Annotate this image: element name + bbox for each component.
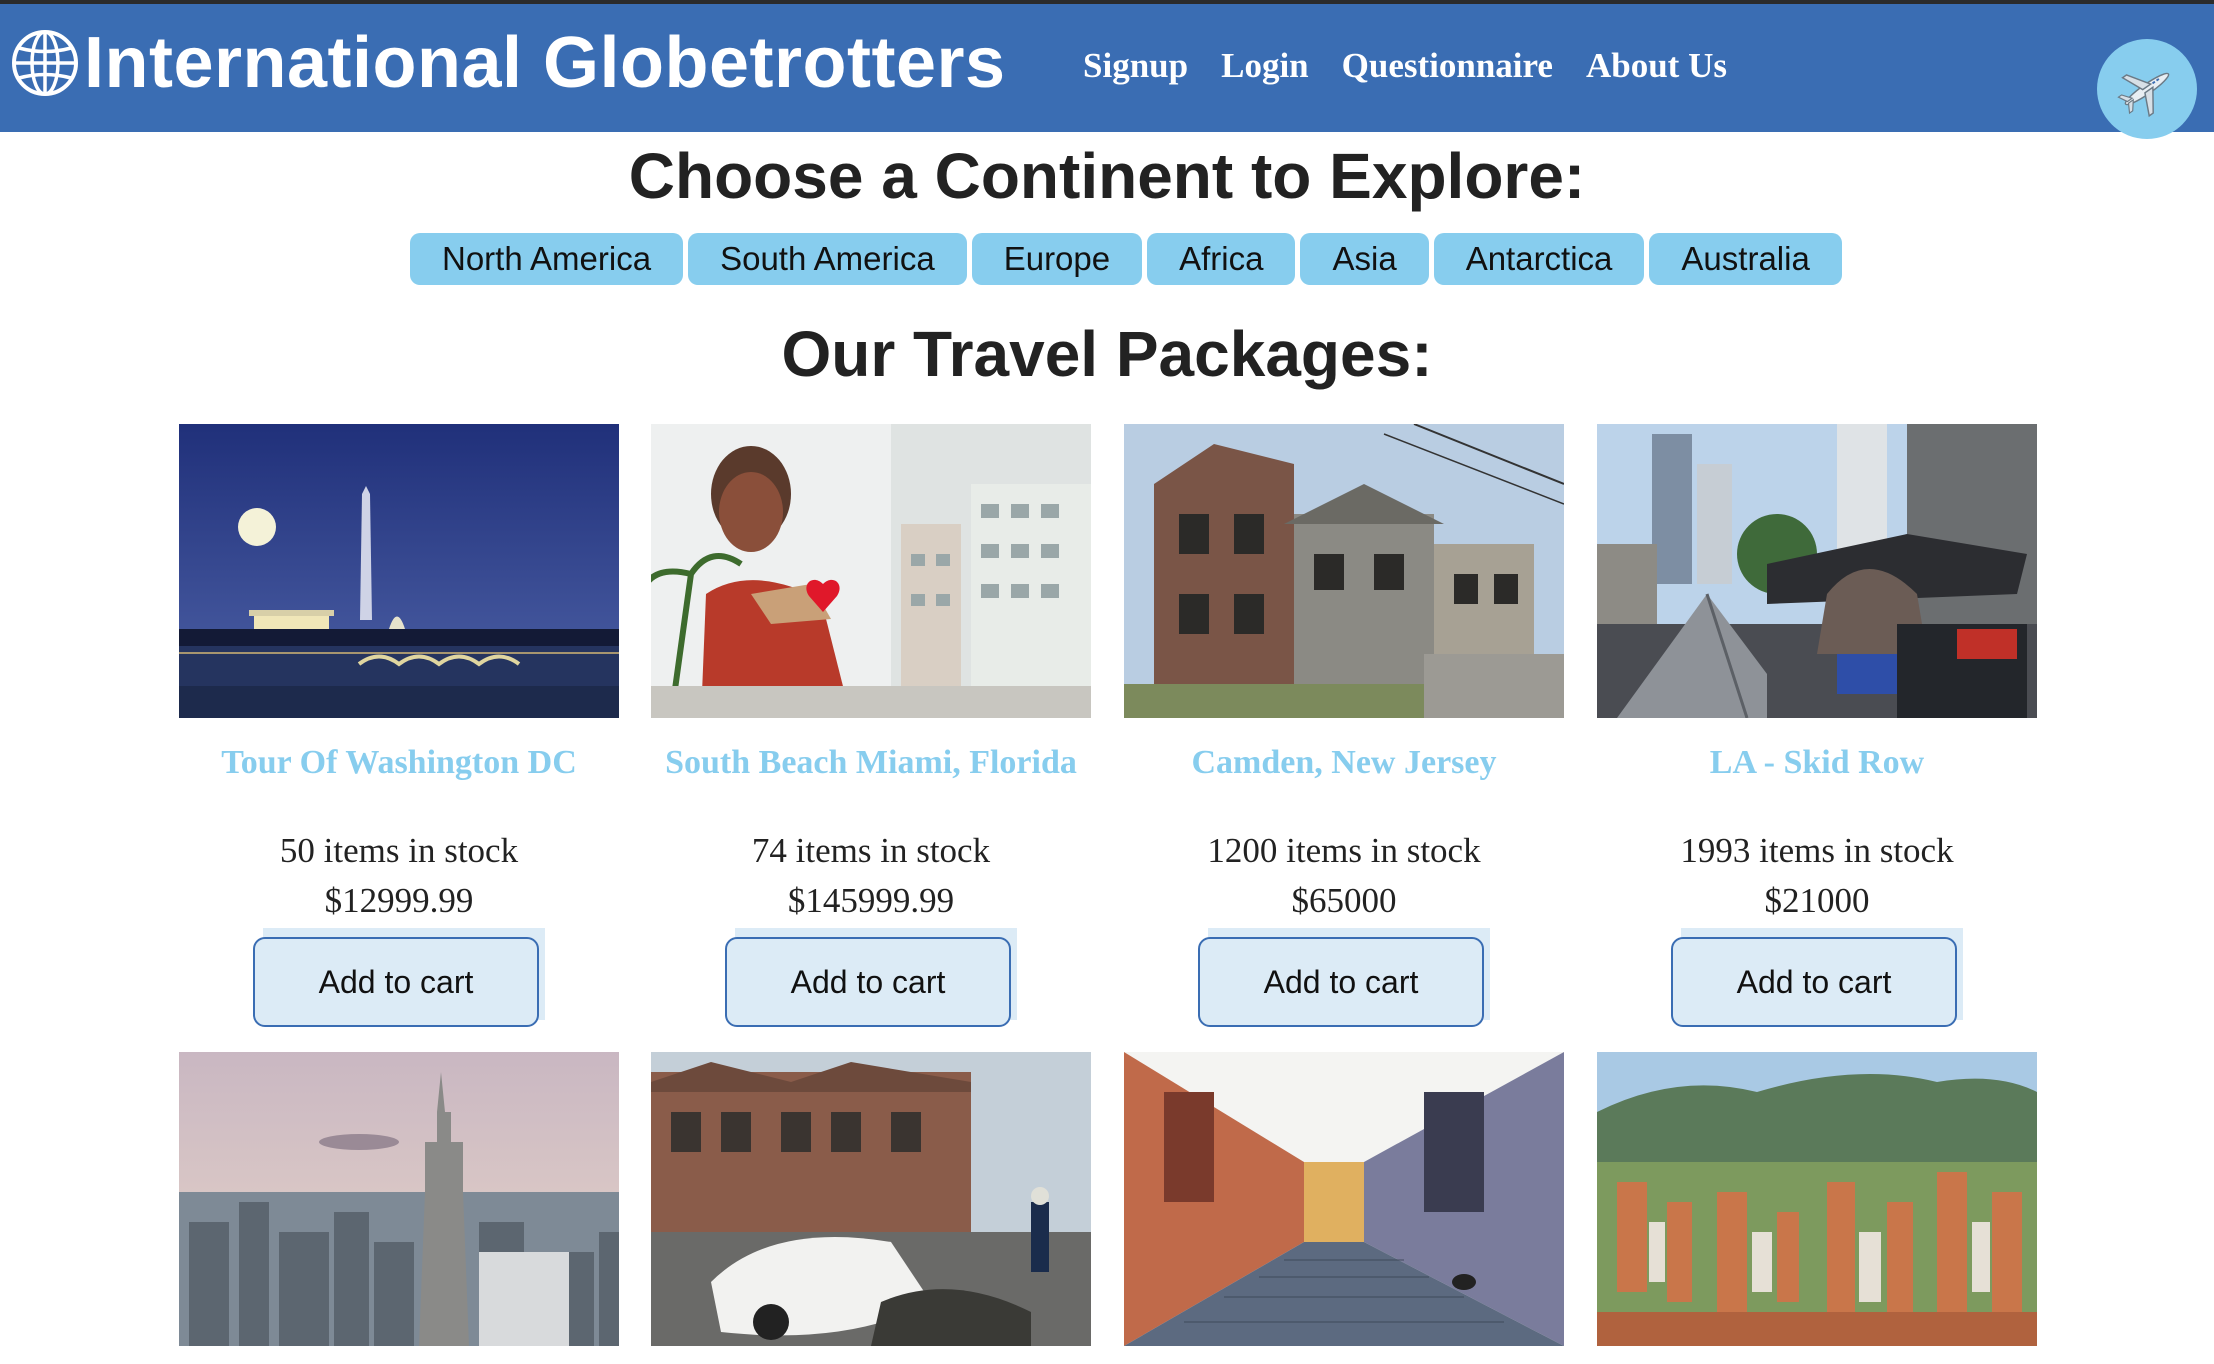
package-card: South Beach Miami, Florida 74 items in s… xyxy=(651,424,1091,1027)
package-photo-hillside-city[interactable] xyxy=(1597,1052,2037,1346)
package-stock: 50 items in stock xyxy=(279,831,519,870)
packages-heading: Our Travel Packages: xyxy=(781,318,1433,390)
package-photo-camden-new-jersey[interactable] xyxy=(1124,424,1564,718)
package-card: Camden, New Jersey 1200 items in stock $… xyxy=(1124,424,1564,1027)
airplane-badge[interactable] xyxy=(2097,39,2197,139)
nav-about-us[interactable]: About Us xyxy=(1586,46,1727,86)
main-nav: Signup Login Questionnaire About Us xyxy=(1083,46,1727,86)
package-card: Tour Of Washington DC 50 items in stock … xyxy=(179,424,619,1027)
package-photo-la-skid-row[interactable] xyxy=(1597,424,2037,718)
add-to-cart-container: Add to cart xyxy=(1671,928,1963,1027)
package-card: LA - Skid Row 1993 items in stock $21000… xyxy=(1597,424,2037,1027)
continent-asia[interactable]: Asia xyxy=(1300,233,1429,285)
brand-title: International Globetrotters xyxy=(84,23,1006,103)
package-price: $145999.99 xyxy=(787,881,955,920)
package-stock: 74 items in stock xyxy=(751,831,991,870)
package-name[interactable]: Camden, New Jersey xyxy=(1124,738,1564,788)
add-to-cart-button[interactable]: Add to cart xyxy=(1671,937,1957,1027)
package-price: $12999.99 xyxy=(324,881,474,920)
continent-north-america[interactable]: North America xyxy=(410,233,684,285)
continent-south-america[interactable]: South America xyxy=(688,233,967,285)
continent-australia[interactable]: Australia xyxy=(1649,233,1842,285)
add-to-cart-button[interactable]: Add to cart xyxy=(725,937,1011,1027)
continent-heading: Choose a Continent to Explore: xyxy=(628,140,1586,212)
continent-africa[interactable]: Africa xyxy=(1147,233,1296,285)
package-price: $21000 xyxy=(1764,881,1870,920)
nav-login[interactable]: Login xyxy=(1221,46,1309,86)
package-name[interactable]: Tour Of Washington DC xyxy=(179,738,619,788)
add-to-cart-button[interactable]: Add to cart xyxy=(1198,937,1484,1027)
continent-antarctica[interactable]: Antarctica xyxy=(1433,233,1645,285)
airplane-icon xyxy=(2117,72,2170,118)
add-to-cart-container: Add to cart xyxy=(725,928,1017,1027)
nav-signup[interactable]: Signup xyxy=(1083,46,1188,86)
package-price: $65000 xyxy=(1291,881,1397,920)
package-photo-cobblestone-street[interactable] xyxy=(1124,1052,1564,1346)
package-photo-new-york-city[interactable] xyxy=(179,1052,619,1346)
add-to-cart-container: Add to cart xyxy=(1198,928,1490,1027)
continent-europe[interactable]: Europe xyxy=(971,233,1143,285)
add-to-cart-container: Add to cart xyxy=(253,928,545,1027)
package-stock: 1200 items in stock xyxy=(1207,831,1481,870)
site-header: International Globetrotters Signup Login… xyxy=(0,0,2214,139)
package-photo-street-sinkhole[interactable] xyxy=(651,1052,1091,1346)
globe-icon xyxy=(12,30,78,96)
nav-questionnaire[interactable]: Questionnaire xyxy=(1342,46,1553,86)
package-photo-south-beach-miami[interactable] xyxy=(651,424,1091,718)
package-photo-washington-dc[interactable] xyxy=(179,424,619,718)
package-name[interactable]: South Beach Miami, Florida xyxy=(651,738,1091,788)
add-to-cart-button[interactable]: Add to cart xyxy=(253,937,539,1027)
brand[interactable]: International Globetrotters xyxy=(10,18,1006,108)
package-name[interactable]: LA - Skid Row xyxy=(1597,738,2037,788)
continent-filter-bar: North America South America Europe Afric… xyxy=(410,233,1842,285)
package-stock: 1993 items in stock xyxy=(1680,831,1954,870)
